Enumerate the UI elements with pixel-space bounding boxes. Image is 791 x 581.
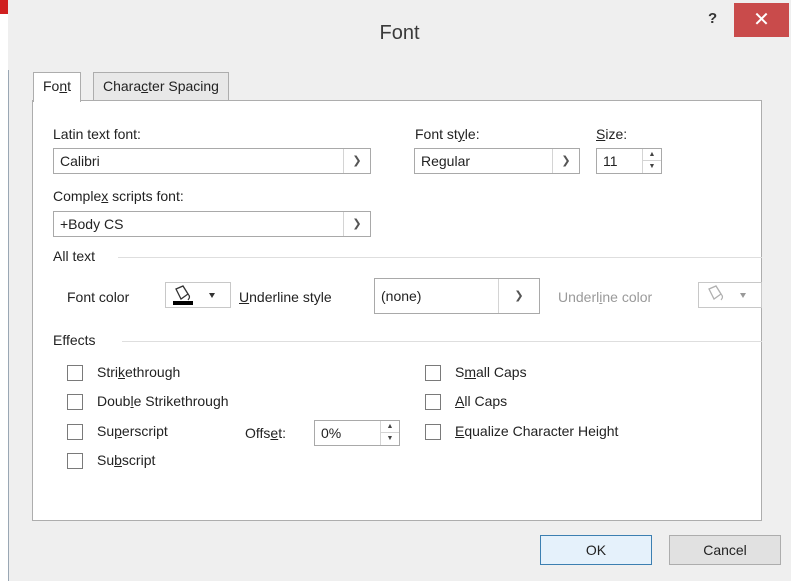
underline-style-value: (none)	[381, 288, 422, 304]
superscript-checkbox[interactable]	[67, 424, 83, 440]
chevron-down-icon[interactable]: ❯	[552, 149, 579, 173]
latin-font-label: Latin text font:	[53, 126, 141, 142]
dropdown-arrow-icon	[740, 293, 746, 298]
superscript-label: Superscript	[97, 423, 168, 439]
spin-down-icon[interactable]: ▼	[643, 161, 661, 173]
chevron-down-icon[interactable]: ❯	[343, 212, 370, 236]
underline-color-label: Underline color	[558, 289, 653, 305]
underline-color-button[interactable]	[698, 282, 762, 308]
subscript-checkbox[interactable]	[67, 453, 83, 469]
offset-value: 0%	[321, 425, 342, 441]
all-text-heading: All text	[53, 248, 96, 264]
chevron-down-icon[interactable]: ❯	[498, 279, 539, 313]
underline-style-label: Underline style	[239, 289, 332, 305]
divider	[118, 257, 762, 258]
complex-font-combo[interactable]: +Body CS ❯	[53, 211, 371, 237]
dropdown-arrow-icon	[209, 293, 215, 298]
help-button[interactable]: ?	[708, 10, 717, 27]
equalize-height-checkbox[interactable]	[425, 424, 441, 440]
dialog-title: Font	[379, 22, 420, 44]
effects-heading: Effects	[53, 332, 96, 348]
paint-bucket-icon	[173, 285, 215, 305]
all-caps-checkbox[interactable]	[425, 394, 441, 410]
spin-up-icon[interactable]: ▲	[643, 149, 661, 161]
offset-label: Offset:	[245, 425, 286, 441]
underline-style-combo[interactable]: (none) ❯	[374, 278, 540, 314]
font-style-label: Font style:	[415, 126, 480, 142]
app-corner-icon	[0, 0, 8, 14]
font-style-value: Regular	[421, 153, 471, 169]
latin-font-combo[interactable]: Calibri ❯	[53, 148, 371, 174]
strikethrough-label: Strikethrough	[97, 364, 181, 380]
size-label: Size:	[596, 126, 628, 142]
tab-font[interactable]: Font	[33, 72, 82, 102]
paint-bucket-icon	[708, 285, 746, 301]
spin-up-icon[interactable]: ▲	[381, 421, 399, 433]
double-strikethrough-checkbox[interactable]	[67, 394, 83, 410]
chevron-down-icon[interactable]: ❯	[343, 149, 370, 173]
title-bar: Font ? ✕	[8, 0, 791, 70]
spin-down-icon[interactable]: ▼	[381, 433, 399, 445]
latin-font-value: Calibri	[60, 153, 100, 169]
complex-font-value: +Body CS	[60, 216, 124, 232]
subscript-label: Subscript	[97, 452, 156, 468]
close-icon: ✕	[753, 9, 770, 31]
size-spinner[interactable]: 11 ▲ ▼	[596, 148, 662, 174]
all-caps-label: All Caps	[455, 393, 508, 409]
size-value: 11	[603, 153, 618, 169]
offset-spinner[interactable]: 0% ▲ ▼	[314, 420, 400, 446]
cancel-button[interactable]: Cancel	[669, 535, 781, 565]
double-strikethrough-label: Double Strikethrough	[97, 393, 229, 409]
font-color-button[interactable]	[165, 282, 231, 308]
tab-character-spacing[interactable]: Character Spacing	[93, 72, 229, 100]
font-style-combo[interactable]: Regular ❯	[414, 148, 580, 174]
close-button[interactable]: ✕	[734, 3, 789, 37]
strikethrough-checkbox[interactable]	[67, 365, 83, 381]
complex-font-label: Complex scripts font:	[53, 188, 184, 204]
small-caps-label: Small Caps	[455, 364, 527, 380]
divider	[122, 341, 762, 342]
small-caps-checkbox[interactable]	[425, 365, 441, 381]
equalize-height-label: Equalize Character Height	[455, 423, 619, 439]
font-color-label: Font color	[67, 289, 130, 305]
ok-button[interactable]: OK	[540, 535, 652, 565]
